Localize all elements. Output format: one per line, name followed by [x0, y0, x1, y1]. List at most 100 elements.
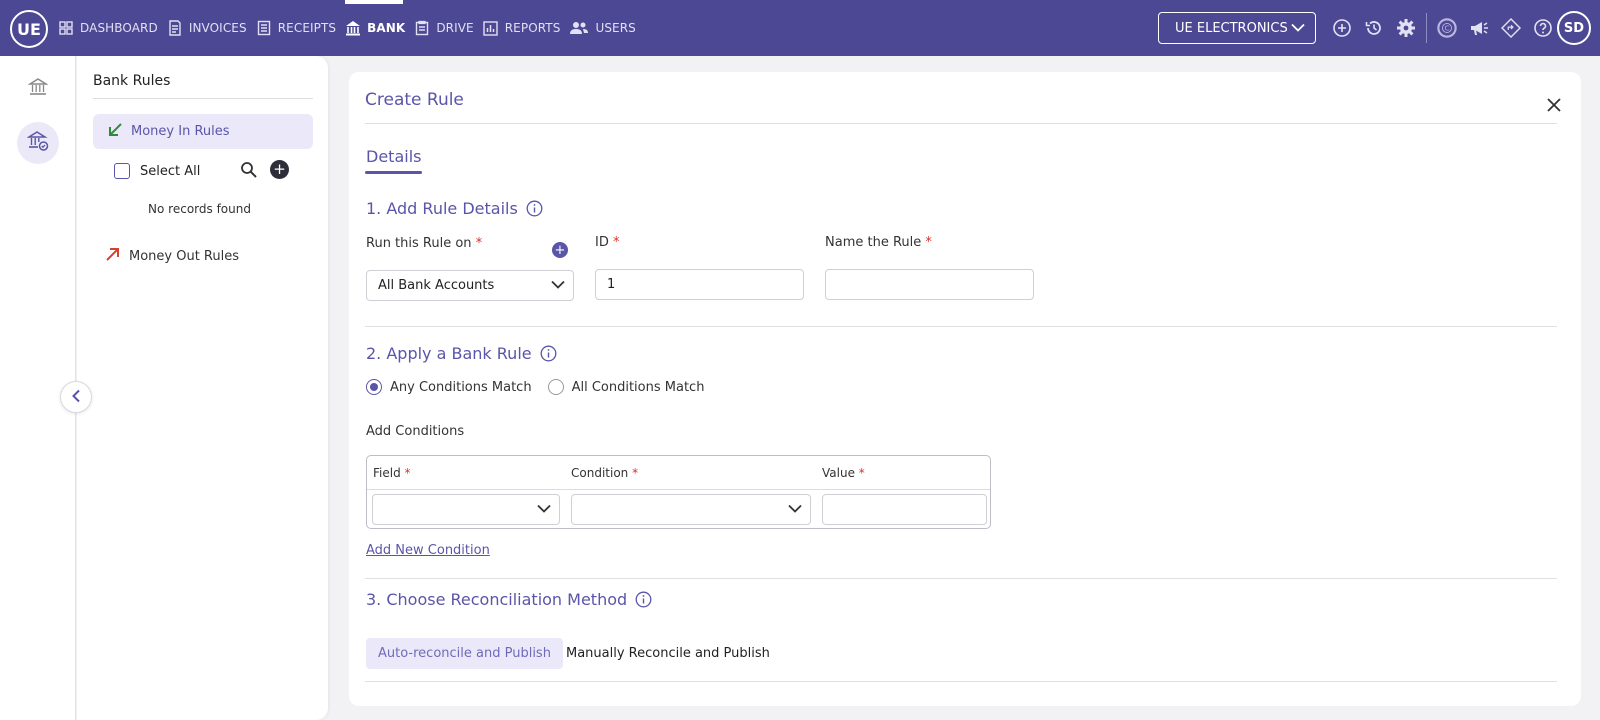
- users-icon: [569, 20, 589, 36]
- auto-reconcile-option[interactable]: Auto-reconcile and Publish: [366, 638, 563, 669]
- add-bank-account-icon[interactable]: +: [552, 242, 568, 258]
- header-text: Field: [373, 466, 401, 480]
- rail-bank-rules[interactable]: [17, 122, 59, 164]
- value-field[interactable]: [822, 494, 987, 525]
- search-icon[interactable]: [240, 161, 258, 183]
- chevron-down-icon: [537, 502, 551, 517]
- money-in-label: Money In Rules: [131, 124, 230, 139]
- top-actions: C: [1326, 0, 1559, 56]
- select-all-label: Select All: [140, 163, 201, 179]
- section-apply-rule: 2. Apply a Bank Rule: [366, 344, 557, 363]
- condition-column-header: Condition *: [571, 466, 638, 480]
- add-circle-icon[interactable]: [1332, 18, 1352, 38]
- radio-all-conditions[interactable]: All Conditions Match: [547, 379, 704, 395]
- section-rule-details: 1. Add Rule Details: [366, 199, 543, 218]
- tab-details[interactable]: Details: [366, 147, 421, 166]
- bank-icon: [345, 20, 361, 36]
- radio-label: Any Conditions Match: [390, 379, 532, 395]
- select-value: All Bank Accounts: [378, 278, 495, 293]
- collapse-panel-button[interactable]: [60, 381, 92, 413]
- divider: [93, 98, 313, 99]
- create-rule-card: Create Rule Details 1. Add Rule Details …: [349, 72, 1581, 706]
- nav-invoices[interactable]: INVOICES: [167, 0, 247, 56]
- dashboard-grid-icon: [58, 20, 74, 36]
- chevron-left-icon: [71, 388, 81, 407]
- header-text: Condition: [571, 466, 629, 480]
- help-icon[interactable]: [1533, 18, 1553, 38]
- divider: [365, 326, 1557, 327]
- company-selector[interactable]: UE ELECTRONICS: [1158, 12, 1316, 44]
- nav-dashboard[interactable]: DASHBOARD: [58, 0, 158, 56]
- section-title: 3. Choose Reconciliation Method: [366, 590, 628, 609]
- radio-button[interactable]: [366, 379, 382, 395]
- top-nav-bar: UE DASHBOARD INVOICES RECEIPTS BANK DRIV…: [0, 0, 1600, 56]
- bank-rules-icon: [26, 130, 49, 156]
- radio-any-conditions[interactable]: Any Conditions Match: [366, 379, 532, 395]
- bank-account-select[interactable]: All Bank Accounts: [366, 270, 574, 301]
- nav-label: BANK: [367, 21, 406, 35]
- divider: [1426, 13, 1427, 43]
- info-icon[interactable]: [540, 345, 557, 362]
- receipt-icon: [256, 20, 272, 36]
- value-column-header: Value *: [822, 466, 865, 480]
- add-rule-icon[interactable]: +: [270, 160, 289, 179]
- user-avatar[interactable]: SD: [1557, 11, 1591, 45]
- main-nav: DASHBOARD INVOICES RECEIPTS BANK DRIVE R…: [58, 0, 645, 56]
- arrow-up-right-icon: [105, 246, 121, 266]
- header-text: Value: [822, 466, 855, 480]
- section-reconciliation: 3. Choose Reconciliation Method: [366, 590, 652, 609]
- gear-icon[interactable]: [1396, 18, 1416, 38]
- field-select[interactable]: [372, 494, 560, 525]
- money-in-rules-item[interactable]: Money In Rules: [93, 114, 313, 149]
- nav-bank[interactable]: BANK: [345, 0, 405, 56]
- chevron-down-icon: [788, 502, 802, 517]
- match-radio-group: Any Conditions Match All Conditions Matc…: [366, 379, 720, 395]
- rail-bank[interactable]: [17, 68, 59, 110]
- nav-label: INVOICES: [188, 21, 247, 35]
- required-mark: *: [858, 466, 865, 480]
- nav-users[interactable]: USERS: [569, 0, 636, 56]
- required-mark: *: [613, 235, 620, 250]
- radio-button[interactable]: [547, 379, 564, 395]
- conditions-table: Field * Condition * Value *: [366, 455, 991, 529]
- add-new-condition-link[interactable]: Add New Condition: [366, 543, 490, 558]
- id-field[interactable]: 1: [595, 269, 804, 300]
- document-icon: [414, 20, 430, 36]
- page-title: Create Rule: [365, 90, 464, 110]
- svg-text:C: C: [1444, 24, 1449, 33]
- nav-drive[interactable]: DRIVE: [414, 0, 474, 56]
- select-all-row[interactable]: Select All: [114, 160, 294, 182]
- required-mark: *: [925, 235, 932, 250]
- info-icon[interactable]: [635, 591, 652, 608]
- divider: [365, 123, 1557, 124]
- nav-receipts[interactable]: RECEIPTS: [256, 0, 336, 56]
- history-icon[interactable]: [1364, 18, 1384, 38]
- chevron-down-icon: [1291, 21, 1305, 36]
- run-rule-label: Run this Rule on *: [366, 236, 482, 251]
- condition-select[interactable]: [571, 494, 811, 525]
- select-all-checkbox[interactable]: [114, 163, 130, 179]
- manual-reconcile-option[interactable]: Manually Reconcile and Publish: [554, 638, 782, 669]
- megaphone-icon[interactable]: [1469, 18, 1489, 38]
- bank-icon: [27, 77, 49, 101]
- info-icon[interactable]: [526, 200, 543, 217]
- app-logo[interactable]: UE: [10, 10, 48, 48]
- nav-label: USERS: [595, 21, 636, 35]
- nav-reports[interactable]: REPORTS: [483, 0, 561, 56]
- nav-label: REPORTS: [504, 21, 561, 35]
- panel-title: Bank Rules: [93, 73, 171, 89]
- c-logo-icon[interactable]: C: [1437, 18, 1457, 38]
- diamond-arrow-icon[interactable]: [1501, 17, 1521, 39]
- rule-name-field[interactable]: [825, 269, 1034, 300]
- rule-name-label: Name the Rule *: [825, 235, 932, 250]
- required-mark: *: [632, 466, 639, 480]
- conditions-header: Field * Condition * Value *: [367, 456, 990, 490]
- label-text: ID: [595, 235, 609, 250]
- section-title: 2. Apply a Bank Rule: [366, 344, 532, 363]
- money-out-rules-item[interactable]: Money Out Rules: [105, 244, 239, 268]
- close-icon[interactable]: [1543, 94, 1565, 116]
- field-column-header: Field *: [373, 466, 411, 480]
- divider: [365, 681, 1557, 682]
- tab-underline: [365, 171, 422, 174]
- nav-label: DRIVE: [436, 21, 474, 35]
